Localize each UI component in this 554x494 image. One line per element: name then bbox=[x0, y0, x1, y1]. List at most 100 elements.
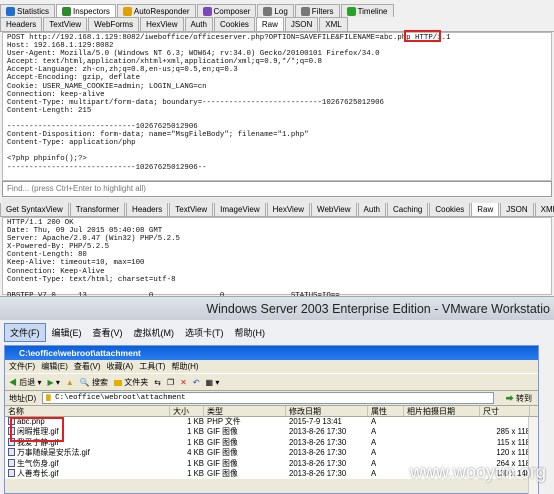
response-tab-hexview[interactable]: HexView bbox=[266, 203, 311, 216]
search-button[interactable]: 🔍 搜索 bbox=[80, 377, 108, 388]
vmware-menu-item[interactable]: 帮助(H) bbox=[230, 324, 271, 341]
file-name: 万事随缘是安乐法.gif bbox=[5, 448, 170, 458]
request-tab-textview[interactable]: TextView bbox=[43, 17, 88, 31]
request-tab-raw[interactable]: Raw bbox=[255, 17, 284, 31]
column-header[interactable]: 类型 bbox=[204, 406, 286, 416]
file-type: GIF 图像 bbox=[204, 469, 286, 479]
vmware-menu-item[interactable]: 查看(V) bbox=[88, 324, 128, 341]
tab-label: Timeline bbox=[357, 6, 388, 16]
tab-log[interactable]: Log bbox=[257, 4, 294, 18]
pencil-icon bbox=[202, 7, 212, 16]
tab-timeline[interactable]: Timeline bbox=[340, 4, 394, 18]
folders-button[interactable]: ▆ 文件夹 bbox=[114, 377, 148, 388]
response-tab-cookies[interactable]: Cookies bbox=[429, 203, 471, 216]
response-tab-auth[interactable]: Auth bbox=[357, 203, 386, 216]
file-name: 人善寿长.gif bbox=[5, 468, 170, 479]
request-tab-auth[interactable]: Auth bbox=[184, 17, 213, 31]
request-tab-webforms[interactable]: WebForms bbox=[88, 17, 140, 31]
vmware-menu-item[interactable]: 文件(F) bbox=[4, 322, 46, 342]
undo-icon[interactable]: ↶ bbox=[193, 378, 200, 387]
explorer-menu-item[interactable]: 工具(T) bbox=[139, 361, 165, 372]
request-tab-headers[interactable]: Headers bbox=[0, 17, 43, 31]
response-tab-raw[interactable]: Raw bbox=[471, 203, 500, 216]
explorer-menu-item[interactable]: 查看(V) bbox=[74, 361, 101, 372]
column-header[interactable]: 尺寸 bbox=[480, 406, 530, 416]
inspect-icon bbox=[62, 7, 72, 16]
response-tab-textview[interactable]: TextView bbox=[169, 203, 214, 216]
response-tab-transformer[interactable]: Transformer bbox=[69, 203, 126, 216]
highlight-filename-box bbox=[404, 30, 441, 42]
column-header[interactable]: 名称 bbox=[5, 406, 170, 416]
tab-inspectors[interactable]: Inspectors bbox=[56, 4, 116, 18]
tab-filters[interactable]: Filters bbox=[294, 4, 340, 18]
tab-composer[interactable]: Composer bbox=[196, 4, 257, 18]
file-row[interactable]: 我爱宁静.gif 1 KB GIF 图像 2013-8-26 17:30 A 115 x … bbox=[5, 437, 538, 449]
response-tab-headers[interactable]: Headers bbox=[126, 203, 169, 216]
file-date: 2015-7-9 13:41 bbox=[286, 417, 368, 427]
views-icon[interactable]: ▦ ▾ bbox=[206, 378, 220, 387]
forward-arrow-icon: ▶ bbox=[47, 377, 54, 387]
response-tab-json[interactable]: JSON bbox=[500, 203, 534, 216]
filter-icon bbox=[300, 7, 310, 16]
request-tab-xml[interactable]: XML bbox=[319, 17, 348, 31]
go-button[interactable]: ➡ 转到 bbox=[500, 393, 538, 404]
file-type: GIF 图像 bbox=[204, 438, 286, 448]
explorer-menu-item[interactable]: 帮助(H) bbox=[171, 361, 198, 372]
file-photo bbox=[404, 427, 480, 437]
request-raw-pane[interactable]: POST http://192.168.1.129:8082/iweboffic… bbox=[2, 32, 552, 181]
move-icon[interactable]: ⇆ bbox=[154, 378, 161, 387]
vmware-menu-item[interactable]: 选项卡(T) bbox=[180, 324, 229, 341]
file-date-text: 2013-8-26 17:30 bbox=[289, 427, 347, 437]
response-tab-caching[interactable]: Caching bbox=[387, 203, 429, 216]
tab-autoresponder[interactable]: AutoResponder bbox=[116, 4, 196, 18]
file-size: 1 KB bbox=[170, 459, 204, 469]
address-input[interactable]: ▆ C:\eoffice\webroot\attachment bbox=[42, 392, 494, 404]
explorer-menu-item[interactable]: 编辑(E) bbox=[41, 361, 68, 372]
tab-label: Inspectors bbox=[73, 6, 110, 16]
file-row[interactable]: abc.php 1 KB PHP 文件 2015-7-9 13:41 A bbox=[5, 417, 538, 428]
tab-statistics[interactable]: Statistics bbox=[0, 4, 56, 18]
file-size-text: 1 KB bbox=[187, 468, 204, 478]
explorer-menu-item[interactable]: 收藏(A) bbox=[107, 361, 134, 372]
delete-icon[interactable]: ✕ bbox=[180, 378, 187, 387]
request-tab-json[interactable]: JSON bbox=[284, 17, 319, 31]
copy-icon[interactable]: ❐ bbox=[167, 378, 174, 387]
up-folder-icon[interactable]: ▲ bbox=[66, 378, 74, 387]
file-dims: 120 x 118 bbox=[480, 448, 530, 458]
response-raw-pane[interactable]: HTTP/1.1 200 OK Date: Thu, 09 Jul 2015 0… bbox=[2, 217, 552, 300]
column-header[interactable]: 修改日期 bbox=[286, 406, 368, 416]
response-tab-imageview[interactable]: ImageView bbox=[214, 203, 266, 216]
file-row[interactable]: 闲暇推理.gif 1 KB GIF 图像 2013-8-26 17:30 A 285 x … bbox=[5, 427, 538, 438]
file-dims bbox=[480, 417, 530, 427]
request-tab-hexview[interactable]: HexView bbox=[140, 17, 184, 31]
request-tab-cookies[interactable]: Cookies bbox=[213, 17, 255, 31]
search-icon: 🔍 bbox=[79, 377, 90, 387]
file-photo bbox=[404, 438, 480, 448]
file-date: 2013-8-26 17:30 bbox=[286, 459, 368, 469]
file-size: 4 KB bbox=[170, 448, 204, 458]
highlight-abc-php bbox=[10, 417, 64, 442]
forward-button[interactable]: ▶ ▾ bbox=[47, 378, 59, 387]
file-date-text: 2013-8-26 17:30 bbox=[289, 437, 347, 447]
vmware-menu-item[interactable]: 虚拟机(M) bbox=[129, 324, 180, 341]
response-tab-webview[interactable]: WebView bbox=[311, 203, 357, 216]
column-header[interactable]: 属性 bbox=[368, 406, 404, 416]
response-inspector-tabs: Get SyntaxView Transformer Headers TextView… bbox=[0, 203, 554, 217]
response-tab-get-syntaxview[interactable]: Get SyntaxView bbox=[0, 203, 69, 216]
explorer-menu-bar: 文件(F) 编辑(E) 查看(V) 收藏(A) 工具(T) 帮助(H) bbox=[5, 360, 538, 373]
response-tab-xml[interactable]: XML bbox=[534, 203, 554, 216]
column-header[interactable]: 大小 bbox=[170, 406, 204, 416]
find-input[interactable]: Find... (press Ctrl+Enter to highlight a… bbox=[2, 181, 552, 197]
back-button[interactable]: ◀ 后退 ▾ bbox=[9, 377, 41, 388]
address-label: 地址(D) bbox=[9, 393, 37, 403]
file-date: 2013-8-26 17:30 bbox=[286, 438, 368, 448]
tab-label: Filters bbox=[311, 6, 334, 16]
explorer-menu-item[interactable]: 文件(F) bbox=[9, 361, 35, 372]
vmware-titlebar: Windows Server 2003 Enterprise Edition -… bbox=[0, 296, 554, 320]
vmware-menu-item[interactable]: 编辑(E) bbox=[47, 324, 87, 341]
file-row[interactable]: 万事随缘是安乐法.gif 4 KB GIF 图像 2013-8-26 17:30 A 12… bbox=[5, 448, 538, 459]
column-header[interactable]: 相片拍摄日期 bbox=[404, 406, 480, 416]
file-size-text: 1 KB bbox=[187, 417, 204, 426]
file-attr-text: A bbox=[371, 417, 377, 426]
explorer-toolbar: ◀ 后退 ▾ ▶ ▾ ▲ 🔍 搜索 ▆ 文件夹 ⇆ ❐ ✕ ↶ ▦ ▾ bbox=[5, 373, 538, 391]
